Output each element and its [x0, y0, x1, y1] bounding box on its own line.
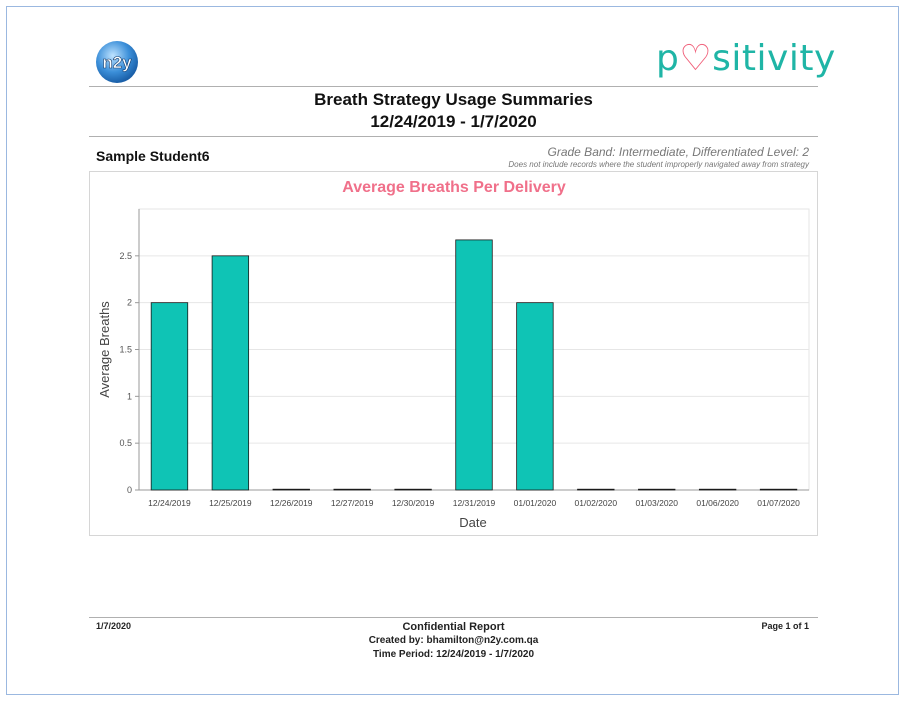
x-axis-label: Date — [459, 515, 486, 530]
heart-icon: ♡ — [679, 38, 713, 79]
bar — [698, 488, 737, 491]
bar — [516, 302, 554, 491]
grade-band: Grade Band: Intermediate, Differentiated… — [547, 145, 810, 159]
bar — [150, 302, 189, 491]
n2y-logo-text: n2y — [102, 53, 132, 72]
title-divider — [89, 136, 818, 137]
x-tick-label: 01/01/2020 — [514, 498, 557, 508]
x-tick-label: 12/25/2019 — [209, 498, 252, 508]
y-tick-label: 2 — [127, 298, 132, 308]
footer-time-period: Time Period: 12/24/2019 - 1/7/2020 — [372, 649, 535, 660]
x-tick-label: 12/24/2019 — [148, 498, 191, 508]
chart-container: Average Breaths Per Delivery 0 0.5 1 1.5 2 2.5… — [89, 171, 818, 536]
records-note: Does not include records where the stude… — [508, 160, 809, 169]
y-tick-label: 1 — [127, 391, 132, 401]
footer-confidential: Confidential Report — [402, 621, 505, 633]
y-tick-label: 2.5 — [119, 251, 132, 261]
x-tick-label: 01/02/2020 — [575, 498, 618, 508]
bar-chart: Average Breaths Per Delivery 0 0.5 1 1.5 2 2.5… — [97, 179, 810, 530]
bar — [455, 239, 493, 491]
footer-created-by: Created by: bhamilton@n2y.com.qa — [368, 635, 539, 646]
bar — [272, 488, 310, 491]
bar — [638, 488, 676, 491]
x-tick-label: 01/07/2020 — [757, 498, 800, 508]
n2y-logo: n2y — [96, 41, 138, 83]
positivity-logo: p♡sitivity — [656, 38, 836, 79]
y-tick-label: 0 — [127, 485, 132, 495]
x-tick-label: 12/31/2019 — [453, 498, 496, 508]
x-tick-label: 12/30/2019 — [392, 498, 435, 508]
bar — [577, 488, 615, 491]
footer-divider — [89, 617, 818, 618]
y-axis-label: Average Breaths — [97, 301, 112, 398]
chart-title: Average Breaths Per Delivery — [342, 179, 566, 196]
bar — [394, 488, 432, 491]
report-title: Breath Strategy Usage Summaries — [314, 90, 593, 109]
x-tick-label: 12/26/2019 — [270, 498, 313, 508]
x-tick-label: 01/06/2020 — [696, 498, 739, 508]
student-name: Sample Student6 — [96, 148, 210, 164]
bar — [759, 488, 798, 491]
bar — [211, 255, 250, 491]
y-tick-label: 0.5 — [119, 438, 132, 448]
header-divider — [89, 86, 818, 87]
y-tick-label: 1.5 — [119, 345, 132, 355]
bar — [333, 488, 371, 491]
x-tick-label: 01/03/2020 — [635, 498, 678, 508]
x-tick-label: 12/27/2019 — [331, 498, 374, 508]
report-date-range: 12/24/2019 - 1/7/2020 — [370, 112, 537, 131]
